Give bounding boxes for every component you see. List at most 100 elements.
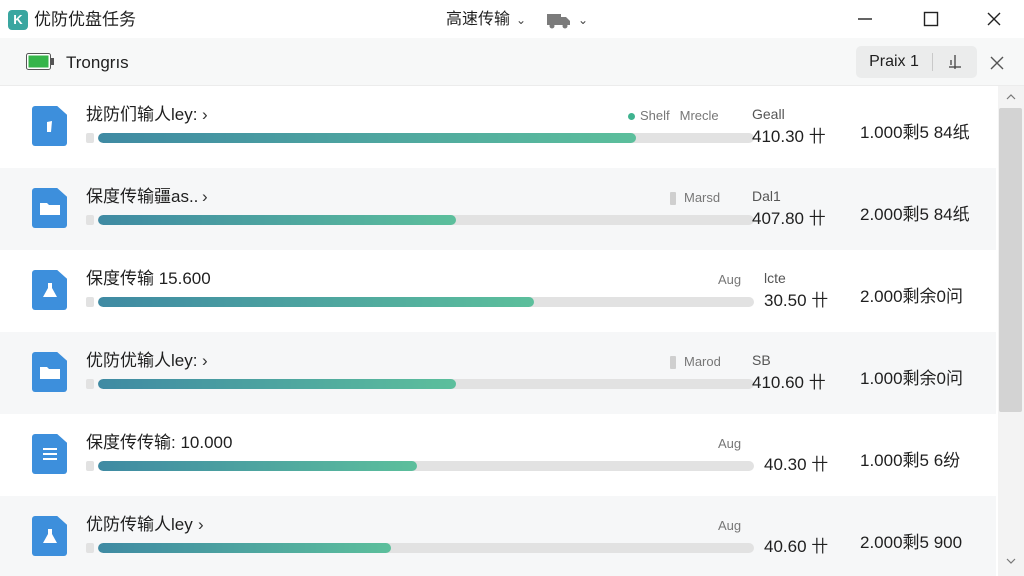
folder-icon [32, 188, 67, 228]
task-row[interactable]: 优防传输人ley › Aug 40.60 卄 2.000剩5 900 [0, 496, 996, 576]
task-name: 保度传输 15.600 [86, 269, 211, 288]
status-tag-secondary: Mrecle [679, 108, 719, 123]
app-logo: K [8, 10, 28, 30]
speed-value: 40.30 卄 [764, 455, 829, 474]
flask-icon [32, 270, 67, 310]
status-tag-label: Shelf [640, 108, 670, 123]
progress-fill [98, 133, 636, 143]
speed-label: Geall [752, 106, 785, 122]
speed-value: 407.80 卄 [752, 209, 826, 228]
status-dot-icon [628, 112, 635, 120]
status-tag: Aug [718, 436, 741, 452]
sort-icon [949, 55, 961, 69]
chevron-down-icon: ⌄ [516, 13, 527, 27]
speed-label: lcte [764, 270, 786, 286]
speed-label: SB [752, 352, 771, 368]
marker-icon [670, 355, 676, 369]
status-tag-label: Aug [718, 436, 742, 451]
status-tag: Marsd [670, 190, 720, 206]
progress-bar [98, 133, 754, 143]
progress-cap [86, 461, 94, 471]
folder-icon [32, 352, 67, 392]
task-row[interactable]: 保度传传输: 10.000 Aug 40.30 卄 1.000剩5 6纷 [0, 414, 996, 496]
task-name: 保度传传输: 10.000 [86, 433, 233, 452]
task-row[interactable]: 保度传输 15.600 Aug lcte 30.50 卄 2.000剩余0问 [0, 250, 996, 332]
chevron-right-icon[interactable]: › [202, 104, 208, 126]
window-close-button[interactable] [974, 3, 1014, 35]
task-name: 拢防们输人ley: [86, 105, 198, 124]
maximize-button[interactable] [911, 3, 951, 35]
progress-cap [86, 543, 94, 553]
progress-bar [98, 215, 754, 225]
status-tag: Aug [718, 518, 741, 534]
battery-icon [26, 53, 54, 70]
remaining-value: 2.000剩余0问 [860, 287, 963, 306]
chevron-down-icon: ⌄ [578, 13, 589, 27]
status-tag: Marod [670, 354, 721, 370]
speed-label: Dal1 [752, 188, 781, 204]
status-tag: Aug [718, 272, 741, 288]
transfer-menu[interactable]: ⌄ [546, 8, 588, 32]
minimize-button[interactable] [845, 3, 885, 35]
speed-value: 410.30 卄 [752, 127, 826, 146]
chevron-right-icon[interactable]: › [202, 350, 208, 372]
marker-icon [670, 191, 676, 205]
toolbar: Trongrıs Praix 1 [0, 38, 1024, 86]
progress-fill [98, 461, 418, 471]
chevron-down-icon[interactable] [1006, 558, 1016, 564]
progress-cap [86, 297, 94, 307]
status-tag-label: Marsd [684, 190, 721, 205]
list-icon [32, 434, 67, 474]
progress-bar [98, 297, 754, 307]
progress-fill [98, 297, 534, 307]
remaining-value: 2.000剩5 84纸 [860, 205, 970, 224]
toolbar-title: Trongrıs [66, 53, 129, 72]
panel-close-button[interactable] [984, 50, 1010, 76]
chevron-right-icon[interactable]: › [198, 514, 204, 536]
minimize-icon [858, 18, 872, 20]
close-icon [990, 56, 1004, 70]
scrollbar[interactable] [998, 86, 1024, 576]
task-name: 优防传输人ley [86, 515, 193, 534]
scrollbar-thumb[interactable] [999, 108, 1022, 412]
sort-button[interactable] [933, 46, 977, 78]
task-row[interactable]: 拢防们输人ley: › Shelf Mrecle Geall 410.30 卄 … [0, 86, 996, 168]
remaining-value: 1.000剩5 84纸 [860, 123, 970, 142]
task-name: 优防优输人ley: [86, 351, 198, 370]
remaining-value: 1.000剩余0问 [860, 369, 963, 388]
document-icon [32, 106, 67, 146]
speed-value: 40.60 卄 [764, 537, 829, 556]
status-tag-label: Marod [684, 354, 721, 369]
remaining-value: 1.000剩5 6纷 [860, 451, 961, 470]
speed-mode-label: 高速传输 [446, 11, 511, 28]
status-tag-label: Aug [718, 272, 742, 287]
title-bar: K 优防优盘任务 高速传输 ⌄ ⌄ [0, 0, 1024, 38]
chevron-right-icon[interactable]: › [202, 186, 208, 208]
flask-icon [32, 516, 67, 556]
truck-icon [547, 14, 570, 29]
speed-value: 30.50 卄 [764, 291, 829, 310]
filter-button[interactable]: Praix 1 [856, 52, 932, 72]
speed-value: 410.60 卄 [752, 373, 826, 392]
progress-bar [98, 461, 754, 471]
task-row[interactable]: 优防优输人ley: › Marod SB 410.60 卄 1.000剩余0问 [0, 332, 996, 414]
progress-fill [98, 215, 456, 225]
task-row[interactable]: 保度传输疆as.. › Marsd Dal1 407.80 卄 2.000剩5 … [0, 168, 996, 250]
remaining-value: 2.000剩5 900 [860, 533, 963, 552]
speed-mode-menu[interactable]: 高速传输 ⌄ [446, 8, 526, 32]
filter-group: Praix 1 [856, 46, 977, 78]
progress-cap [86, 379, 94, 389]
task-list: 拢防们输人ley: › Shelf Mrecle Geall 410.30 卄 … [0, 86, 996, 576]
progress-fill [98, 543, 392, 553]
close-icon [987, 12, 1001, 26]
task-name: 保度传输疆as.. [86, 187, 199, 206]
app-window: K 优防优盘任务 高速传输 ⌄ ⌄ Trongrıs Praix 1 拢防们输人… [0, 0, 1024, 576]
progress-fill [98, 379, 456, 389]
status-tag-label: Aug [718, 518, 742, 533]
progress-cap [86, 133, 94, 143]
status-tag: Shelf Mrecle [628, 108, 719, 124]
progress-cap [86, 215, 94, 225]
chevron-up-icon[interactable] [1006, 94, 1016, 100]
progress-bar [98, 379, 754, 389]
maximize-icon [923, 11, 939, 27]
